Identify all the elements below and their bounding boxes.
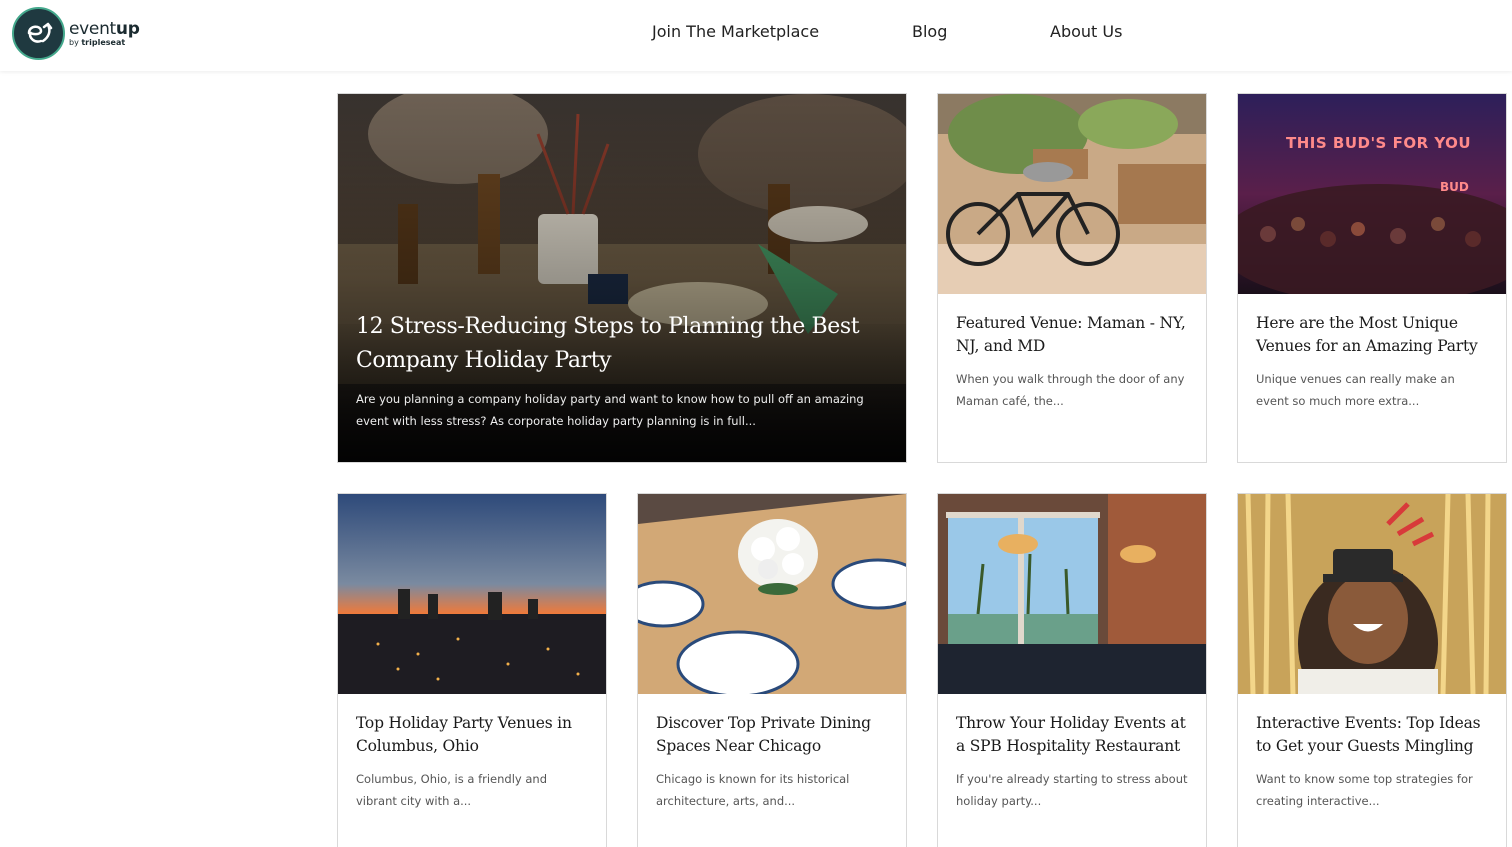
post-card[interactable]: Discover Top Private Dining Spaces Near … [637,493,907,847]
logo-sub-light: by [69,37,82,47]
post-excerpt: When you walk through the door of any Ma… [956,372,1185,408]
post-card[interactable]: THIS BUD'S FOR YOU BUD Here are the Most… [1237,93,1507,463]
post-card[interactable]: Featured Venue: Maman - NY, NJ, and MD W… [937,93,1207,463]
eventup-logo[interactable]: eventup by tripleseat [12,7,140,60]
post-image [638,494,906,694]
post-excerpt: Chicago is known for its historical arch… [656,772,850,808]
post-image [938,94,1206,294]
post-title: Top Holiday Party Venues in Columbus, Oh… [356,714,572,755]
post-card[interactable]: Top Holiday Party Venues in Columbus, Oh… [337,493,607,847]
logo-wordmark: eventup by tripleseat [69,20,140,48]
post-title: Here are the Most Unique Venues for an A… [1256,314,1478,355]
post-excerpt: Columbus, Ohio, is a friendly and vibran… [356,772,547,808]
neon-sign-text: THIS BUD'S FOR YOU [1286,134,1472,152]
post-title: Interactive Events: Top Ideas to Get you… [1256,714,1481,755]
logo-word-light: event [69,18,116,39]
nav-blog[interactable]: Blog [912,22,947,41]
site-header: eventup by tripleseat Join The Marketpla… [0,0,1512,71]
featured-post-excerpt: Are you planning a company holiday party… [356,392,864,428]
eventup-logo-icon [12,7,65,60]
post-card[interactable]: Interactive Events: Top Ideas to Get you… [1237,493,1507,847]
post-card[interactable]: Throw Your Holiday Events at a SPB Hospi… [937,493,1207,847]
post-excerpt: Want to know some top strategies for cre… [1256,772,1473,808]
post-image [938,494,1206,694]
post-image [338,494,606,694]
post-title: Throw Your Holiday Events at a SPB Hospi… [956,714,1186,755]
featured-post-card[interactable]: 12 Stress-Reducing Steps to Planning the… [337,93,907,463]
featured-post-title: 12 Stress-Reducing Steps to Planning the… [356,314,860,373]
logo-word-bold: up [115,18,140,39]
post-title: Featured Venue: Maman - NY, NJ, and MD [956,314,1186,355]
post-title: Discover Top Private Dining Spaces Near … [656,714,871,755]
post-excerpt: If you're already starting to stress abo… [956,772,1188,808]
post-image [1238,494,1506,694]
nav-about-us[interactable]: About Us [1050,22,1122,41]
logo-sub-bold: tripleseat [81,37,126,47]
post-image [1238,94,1506,294]
post-excerpt: Unique venues can really make an event s… [1256,372,1455,408]
nav-join-marketplace[interactable]: Join The Marketplace [652,22,819,41]
neon-sign-text-2: BUD [1440,180,1469,194]
